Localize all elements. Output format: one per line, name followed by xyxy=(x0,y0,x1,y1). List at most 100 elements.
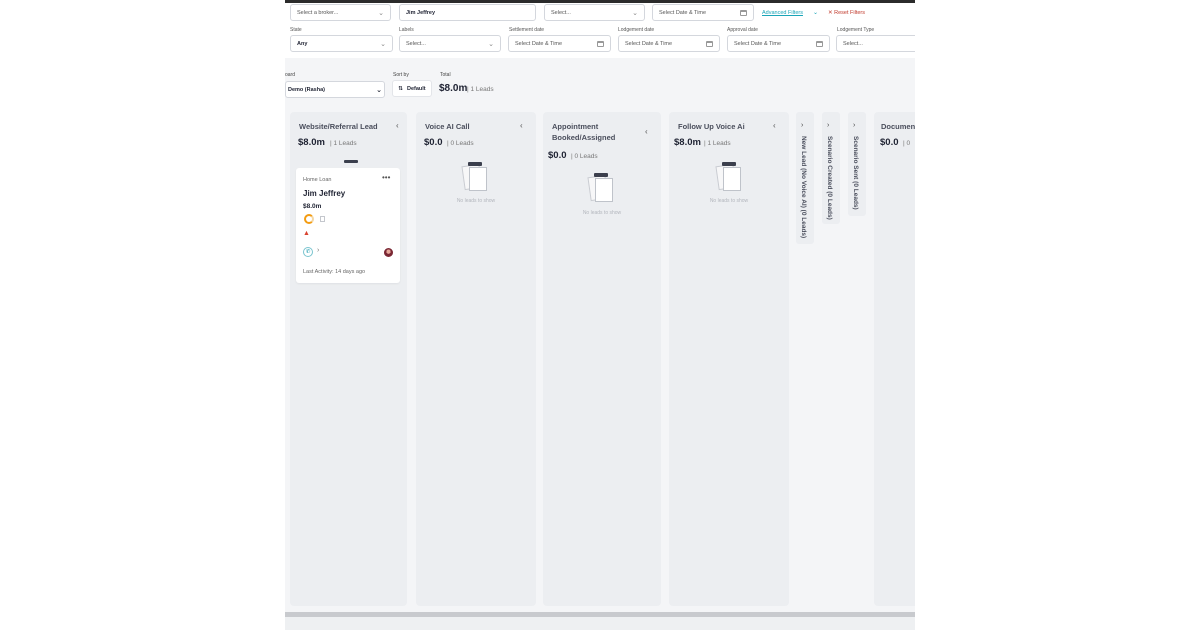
column-leads-count: 0 Leads xyxy=(574,153,598,160)
column-leads: | 0 Leads xyxy=(447,140,474,147)
lodgement-type-select[interactable]: Select... xyxy=(836,35,915,52)
collapsed-column-title: Scenario Created (0 Leads) xyxy=(826,136,833,220)
chevron-right-icon: › xyxy=(853,122,856,129)
column-appointment-booked: Appointment Booked/Assigned ‹ $0.0 | 0 L… xyxy=(543,112,661,606)
sort-icon: ⇅ xyxy=(398,85,403,92)
sort-button[interactable]: ⇅ Default xyxy=(392,80,432,97)
state-select-value: Any xyxy=(297,40,308,47)
total-leads: | 1 Leads xyxy=(467,86,494,93)
chevron-right-icon: › xyxy=(827,122,830,129)
footer-area xyxy=(285,617,915,630)
labels-select-value: Select... xyxy=(406,40,426,47)
lead-name: Jim Jeffrey xyxy=(303,189,346,198)
lead-card[interactable]: Home Loan ••• Jim Jeffrey $8.0m ▲ ✆ › La… xyxy=(296,168,400,283)
client-search-input[interactable]: Jim Jeffrey xyxy=(399,4,536,21)
status-select[interactable]: Select... ⌄ xyxy=(544,4,645,21)
broker-select-value: Select a broker... xyxy=(297,9,339,16)
column-leads-count: 1 Leads xyxy=(707,140,731,147)
empty-clipboard-icon xyxy=(587,173,615,203)
column-title: Follow Up Voice Ai xyxy=(678,122,745,131)
labels-label: Labels xyxy=(399,27,414,33)
last-activity: Last Activity: 14 days ago xyxy=(303,269,366,275)
lodgement-type-value: Select... xyxy=(843,40,863,47)
chevron-down-icon: ⌄ xyxy=(376,86,382,94)
chevron-right-icon[interactable]: › xyxy=(317,247,319,254)
settlement-date-value: Select Date & Time xyxy=(515,40,563,47)
column-leads-count: 0 Leads xyxy=(450,140,474,147)
column-leads: | 1 Leads xyxy=(330,140,357,147)
column-title: Documen xyxy=(881,122,915,131)
calendar-icon xyxy=(706,40,713,47)
chevron-down-icon: ⌄ xyxy=(488,40,494,48)
status-select-value: Select... xyxy=(551,9,571,16)
sort-label: Sort by xyxy=(393,72,409,78)
state-select[interactable]: Any ⌄ xyxy=(290,35,393,52)
approval-date-label: Approval date xyxy=(727,27,758,33)
board-select[interactable]: Demo (Rasha) ⌄ xyxy=(285,81,385,98)
calendar-icon xyxy=(816,40,823,47)
collapsed-column-title: Scenario Sent (0 Leads) xyxy=(852,136,859,210)
column-amount: $8.0m xyxy=(674,137,701,148)
chevron-down-icon[interactable]: ⌄ xyxy=(813,9,818,16)
labels-select[interactable]: Select... ⌄ xyxy=(399,35,501,52)
column-amount: $0.0 xyxy=(424,137,443,148)
date-picker-value: Select Date & Time xyxy=(659,9,707,16)
empty-state-text: No leads to show xyxy=(582,210,622,216)
column-follow-up-voice-ai: Follow Up Voice Ai ‹ $8.0m | 1 Leads No … xyxy=(669,112,789,606)
column-leads: | 1 Leads xyxy=(704,140,731,147)
board-label: oard xyxy=(285,72,296,78)
column-amount: $8.0m xyxy=(298,137,325,148)
filter-panel: Select a broker... ⌄ Jim Jeffrey Select.… xyxy=(285,3,915,58)
collapsed-column-scenario-sent[interactable]: › Scenario Sent (0 Leads) xyxy=(848,112,866,216)
chevron-left-icon[interactable]: ‹ xyxy=(773,121,776,130)
chevron-left-icon[interactable]: ‹ xyxy=(396,121,399,130)
total-amount: $8.0m xyxy=(439,83,468,94)
state-label: State xyxy=(290,27,302,33)
phone-icon[interactable]: ✆ xyxy=(303,247,313,257)
lead-amount: $8.0m xyxy=(303,203,322,210)
lodgement-date-value: Select Date & Time xyxy=(625,40,673,47)
crm-app: Select a broker... ⌄ Jim Jeffrey Select.… xyxy=(285,0,915,630)
empty-state-text: No leads to show xyxy=(456,198,496,204)
chevron-right-icon: › xyxy=(801,122,804,129)
warning-icon: ▲ xyxy=(303,230,310,237)
column-title: Voice AI Call xyxy=(425,122,470,131)
settlement-date-picker[interactable]: Select Date & Time xyxy=(508,35,611,52)
approval-date-value: Select Date & Time xyxy=(734,40,782,47)
clipboard-icon xyxy=(344,160,358,163)
settlement-date-label: Settlement date xyxy=(509,27,545,33)
date-picker[interactable]: Select Date & Time xyxy=(652,4,754,21)
board-select-value: Demo (Rasha) xyxy=(288,86,325,93)
chevron-down-icon: ⌄ xyxy=(380,40,386,48)
reset-filters-label: Reset Filters xyxy=(834,10,866,16)
lead-type: Home Loan xyxy=(303,177,332,183)
document-icon xyxy=(320,216,325,222)
approval-date-picker[interactable]: Select Date & Time xyxy=(727,35,830,52)
column-voice-ai-call: Voice AI Call ‹ $0.0 | 0 Leads No leads … xyxy=(416,112,536,606)
client-search-value: Jim Jeffrey xyxy=(406,9,436,16)
column-title: Website/Referral Lead xyxy=(299,122,378,131)
column-documents: Documen $0.0 | 0 xyxy=(874,112,915,606)
calendar-icon xyxy=(597,40,604,47)
collapsed-column-title: New Lead (No Voice AI) (0 Leads) xyxy=(800,136,807,239)
more-options-icon[interactable]: ••• xyxy=(382,173,390,182)
column-leads: | 0 xyxy=(903,140,911,147)
reset-filters-link[interactable]: ✕ Reset Filters xyxy=(828,10,865,16)
column-amount: $0.0 xyxy=(880,137,899,148)
collapsed-column-scenario-created[interactable]: › Scenario Created (0 Leads) xyxy=(822,112,840,224)
lodgement-type-label: Lodgement Type xyxy=(837,27,875,33)
chevron-left-icon[interactable]: ‹ xyxy=(520,121,523,130)
calendar-icon xyxy=(740,9,747,16)
lodgement-date-picker[interactable]: Select Date & Time xyxy=(618,35,720,52)
collapsed-column-new-lead[interactable]: › New Lead (No Voice AI) (0 Leads) xyxy=(796,112,814,244)
column-title: Appointment Booked/Assigned xyxy=(552,122,616,142)
sort-value: Default xyxy=(406,85,426,92)
advanced-filters-link[interactable]: Advanced Filters xyxy=(762,10,803,16)
chevron-down-icon: ⌄ xyxy=(378,9,384,17)
chevron-left-icon[interactable]: ‹ xyxy=(645,127,648,136)
lodgement-date-label: Lodgement date xyxy=(618,27,655,33)
avatar[interactable] xyxy=(384,248,393,257)
broker-select[interactable]: Select a broker... ⌄ xyxy=(290,4,391,21)
progress-ring-icon xyxy=(304,214,314,224)
empty-clipboard-icon xyxy=(461,162,489,192)
